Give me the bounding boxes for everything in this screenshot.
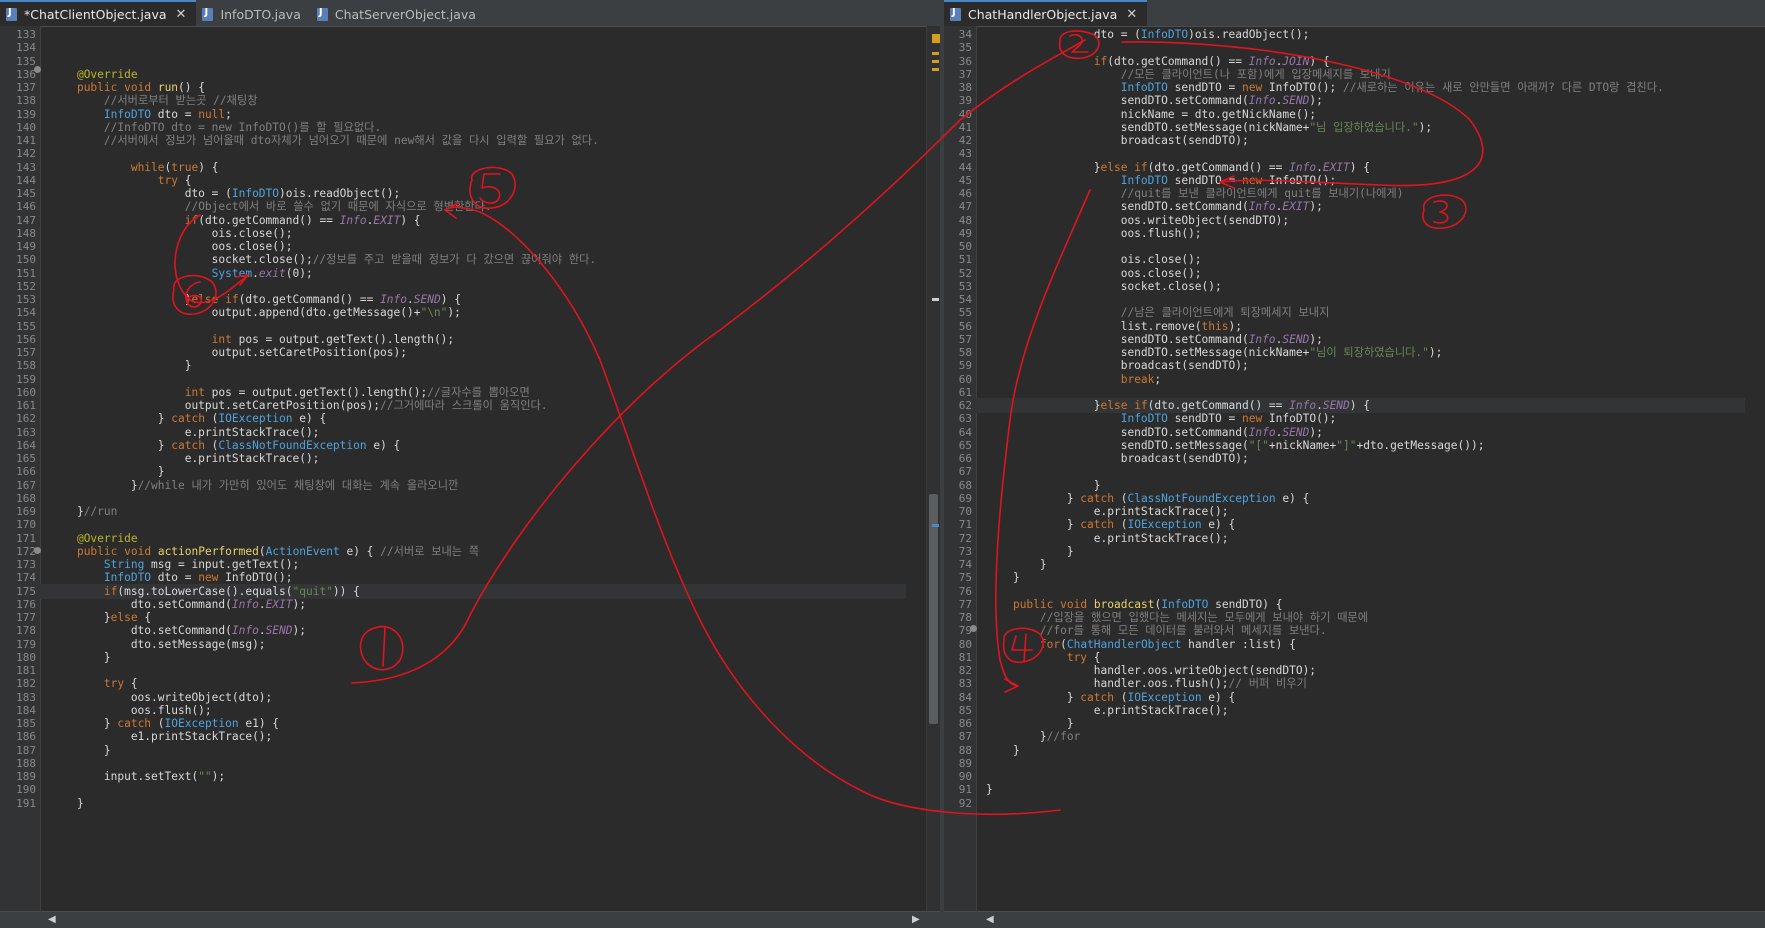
left-editor-pane[interactable]: *ChatClientObject.java ✕ InfoDTO.java Ch… xyxy=(0,0,940,928)
code-line[interactable]: } xyxy=(50,743,111,758)
tab-label: ChatServerObject.java xyxy=(334,6,476,22)
tab-chat-client-object[interactable]: *ChatClientObject.java ✕ xyxy=(0,0,197,26)
fold-toggle-icon[interactable] xyxy=(34,547,41,554)
java-file-icon xyxy=(202,7,214,21)
code-line[interactable]: //서버에서 정보가 넘어올때 dto자체가 넘어오기 때문에 new해서 값을… xyxy=(50,133,599,148)
code-line[interactable]: broadcast(sendDTO); xyxy=(986,133,1249,148)
overview-marker[interactable] xyxy=(932,524,939,527)
fold-toggle-icon[interactable] xyxy=(34,66,41,73)
code-line[interactable]: output.append(dto.getMessage()+"\n"); xyxy=(50,305,461,320)
overview-marker[interactable] xyxy=(932,60,939,63)
java-file-icon xyxy=(316,7,328,21)
code-line[interactable]: oos.flush(); xyxy=(986,226,1202,241)
close-icon[interactable]: ✕ xyxy=(176,7,187,22)
code-line[interactable]: }//while 내가 가만히 있어도 채팅창에 대화는 계속 올라오니깐 xyxy=(50,478,458,493)
overview-marker[interactable] xyxy=(932,52,939,55)
code-line[interactable]: }//run xyxy=(50,504,117,519)
overview-marker[interactable] xyxy=(932,68,939,71)
code-line[interactable]: } xyxy=(50,358,192,373)
scrollbar-thumb[interactable] xyxy=(929,494,938,724)
code-line[interactable]: } xyxy=(986,782,993,797)
code-line[interactable]: } xyxy=(50,650,111,665)
horizontal-scrollbar[interactable]: ◀ ▶ xyxy=(0,911,940,928)
right-tab-bar: ChatHandlerObject.java ✕ xyxy=(944,0,1765,27)
fold-toggle-icon[interactable] xyxy=(970,625,977,632)
tab-info-dto[interactable]: InfoDTO.java xyxy=(196,2,310,26)
overview-marker[interactable] xyxy=(932,34,940,43)
tab-chat-server-object[interactable]: ChatServerObject.java xyxy=(311,2,486,26)
horizontal-scrollbar[interactable]: ◀ xyxy=(944,911,1765,928)
scroll-right-icon[interactable]: ▶ xyxy=(912,912,920,928)
line-number: 191 xyxy=(16,796,36,810)
code-line[interactable]: input.setText(""); xyxy=(50,769,225,784)
java-file-icon xyxy=(6,7,17,21)
tab-chat-handler-object[interactable]: ChatHandlerObject.java ✕ xyxy=(944,0,1148,26)
code-line[interactable]: socket.close(); xyxy=(986,279,1222,294)
close-icon[interactable]: ✕ xyxy=(1126,7,1137,22)
tab-label: ChatHandlerObject.java xyxy=(968,6,1118,22)
overview-marker[interactable] xyxy=(932,298,939,301)
left-tab-bar: *ChatClientObject.java ✕ InfoDTO.java Ch… xyxy=(0,0,940,27)
right-editor-pane[interactable]: ChatHandlerObject.java ✕ 34 dto = (InfoD… xyxy=(944,0,1765,928)
code-line[interactable]: dto = (InfoDTO)ois.readObject(); xyxy=(986,27,1310,42)
code-line[interactable]: } xyxy=(50,796,84,811)
scroll-left-icon[interactable]: ◀ xyxy=(986,912,994,928)
code-line[interactable]: } xyxy=(986,570,1020,585)
tab-label: *ChatClientObject.java xyxy=(24,6,167,22)
code-line[interactable]: } xyxy=(986,743,1020,758)
code-line[interactable]: broadcast(sendDTO); xyxy=(986,451,1249,466)
code-line[interactable]: System.exit(0); xyxy=(50,266,313,281)
code-line[interactable]: break; xyxy=(986,372,1161,387)
tab-label: InfoDTO.java xyxy=(220,6,301,22)
vertical-scrollbar[interactable] xyxy=(926,26,940,912)
scroll-left-icon[interactable]: ◀ xyxy=(48,912,56,928)
java-file-icon xyxy=(950,7,961,21)
line-number: 92 xyxy=(958,796,972,810)
